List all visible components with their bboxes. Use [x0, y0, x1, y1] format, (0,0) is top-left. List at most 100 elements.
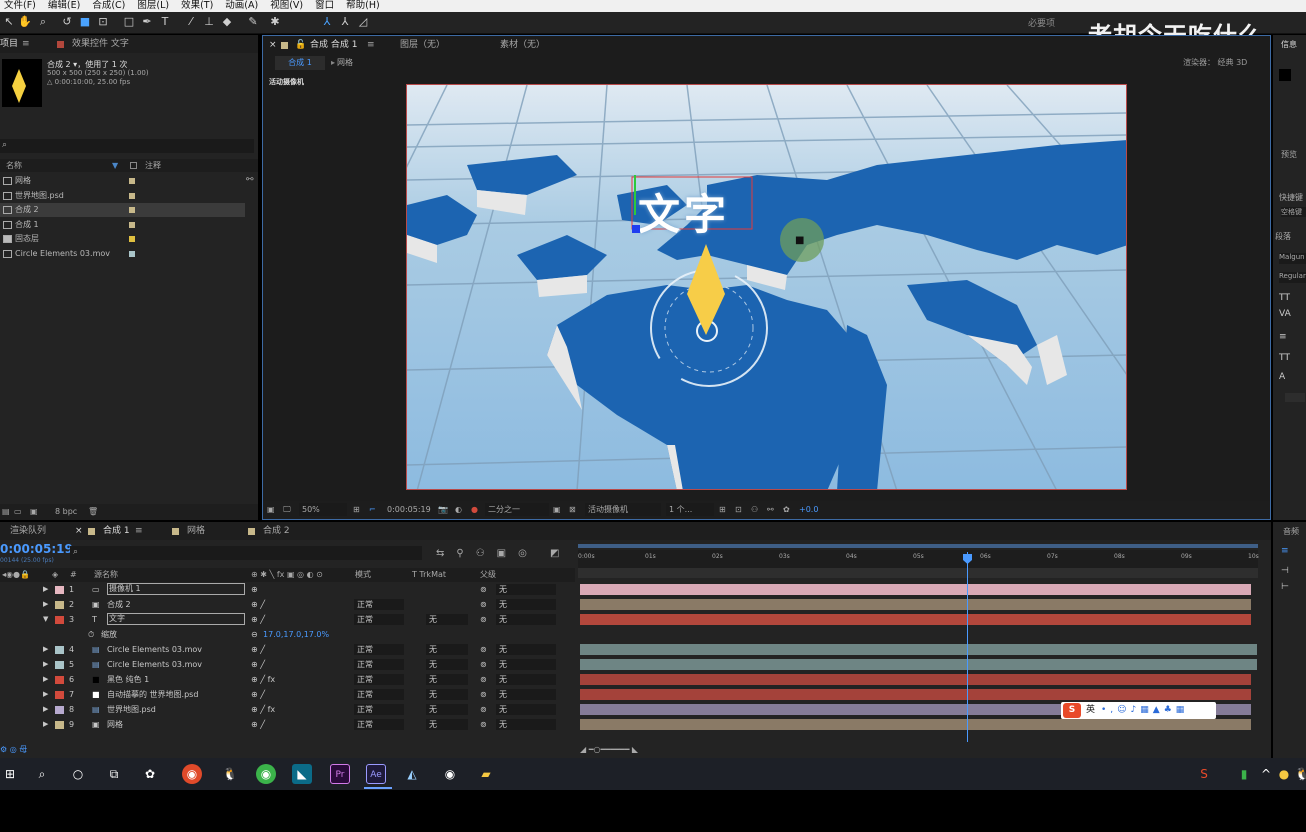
layer-duration-bar[interactable] [580, 659, 1257, 670]
renderer-label[interactable]: 渲染器： 经典 3D [1183, 55, 1247, 71]
layer-label-color[interactable] [55, 586, 64, 594]
menu-item-4[interactable]: 效果(T) [181, 0, 213, 11]
layer-switches[interactable]: ⊕ ╱ [251, 687, 265, 702]
menu-item-5[interactable]: 动画(A) [225, 0, 258, 11]
layer-parent-select[interactable]: 无 [496, 644, 556, 655]
timeline-search-input[interactable]: ⌕ [70, 546, 422, 560]
label-color-swatch[interactable] [129, 250, 135, 257]
tab-comp2[interactable]: 合成 2 [263, 522, 290, 540]
stopwatch-icon[interactable]: ⏱ [88, 627, 94, 642]
type-icon[interactable]: T [158, 15, 172, 29]
reset-exposure-icon[interactable]: ✿ [783, 501, 790, 519]
layer-duration-bar[interactable] [580, 614, 1251, 625]
pickwhip-icon[interactable]: ⊚ [480, 642, 487, 657]
layer-name[interactable]: Circle Elements 03.mov [107, 657, 202, 672]
link-icon[interactable]: ⊖ [251, 627, 258, 642]
menu-item-1[interactable]: 编辑(E) [48, 0, 80, 11]
tab-info[interactable]: 信息 [1281, 39, 1297, 50]
menu-item-0[interactable]: 文件(F) [4, 0, 36, 11]
tab-comp1[interactable]: 合成 1 [103, 522, 130, 540]
roi-icon[interactable]: ▣ [553, 501, 561, 519]
folder-icon[interactable]: ▰ [476, 764, 496, 784]
col-mode[interactable]: 模式 [355, 568, 371, 582]
shortcut-select[interactable]: 空格键 [1281, 207, 1306, 217]
expand-icon[interactable]: ▶ [43, 672, 48, 687]
layer-parent-select[interactable]: 无 [496, 689, 556, 700]
tray-app-icon[interactable]: ● [1274, 764, 1294, 784]
app-icon[interactable]: ✿ [140, 764, 160, 784]
layer-mode-select[interactable]: 正常 [354, 614, 404, 625]
layer-row[interactable]: ▶ 7 ■ 自动描摹的 世界地图.psd ⊕ ╱ 正常 无 无 ⊚ [0, 687, 575, 702]
bpc-label[interactable]: 8 bpc [55, 504, 77, 520]
layer-mode-select[interactable]: 正常 [354, 719, 404, 730]
font-style-select[interactable]: Regular [1279, 272, 1306, 283]
subtab-comp1[interactable]: 合成 1 [275, 56, 325, 70]
roto-icon[interactable]: ✎ [246, 15, 260, 29]
ime-toolbar[interactable]: S 英 •,☺♪▦▲♣▦ [1061, 702, 1216, 719]
layer-parent-select[interactable]: 无 [496, 599, 556, 610]
layer-duration-bar[interactable] [580, 719, 1251, 730]
menu-item-3[interactable]: 图层(L) [137, 0, 169, 11]
layer-duration-bar[interactable] [580, 674, 1251, 685]
flowchart-icon[interactable]: ⚯ [246, 175, 254, 185]
label-color-swatch[interactable] [129, 207, 135, 213]
puppet-icon[interactable]: ✱ [268, 15, 282, 29]
pickwhip-icon[interactable]: ⊚ [480, 687, 487, 702]
layer-trkmat-select[interactable]: 无 [426, 674, 468, 685]
layer-row[interactable]: ▶ 4 ▤ Circle Elements 03.mov ⊕ ╱ 正常 无 无 ⊚ [0, 642, 575, 657]
layer-label-color[interactable] [55, 691, 64, 699]
sogou-tray-icon[interactable]: S [1194, 764, 1214, 784]
layer-mode-select[interactable]: 正常 [354, 599, 404, 610]
label-color-swatch[interactable] [129, 236, 135, 242]
layer-parent-select[interactable]: 无 [496, 614, 556, 625]
layer-trkmat-select[interactable]: 无 [426, 719, 468, 730]
text-style-button[interactable] [1285, 393, 1305, 402]
graph-editor-icon[interactable]: ◩ [550, 548, 559, 559]
arrow-icon[interactable]: ↖ [2, 15, 16, 29]
expand-icon[interactable]: ▶ [43, 702, 48, 717]
eraser-icon[interactable]: ◆ [220, 15, 234, 29]
layer-row[interactable]: ▶ 5 ▤ Circle Elements 03.mov ⊕ ╱ 正常 无 无 ⊚ [0, 657, 575, 672]
tab-comp[interactable]: 合成 合成 1 [310, 36, 357, 54]
windows-icon[interactable]: ⊞ [0, 764, 20, 784]
pickwhip-icon[interactable]: ⊚ [480, 672, 487, 687]
layer-name[interactable]: 文字 [107, 613, 245, 625]
channel-icon[interactable]: ◐ [455, 501, 462, 519]
safe-area-icon[interactable]: ⌐ [369, 501, 376, 519]
tab-footage[interactable]: 素材（无） [500, 36, 545, 54]
color-icon[interactable]: ● [471, 501, 478, 519]
layer-duration-bar[interactable] [580, 689, 1251, 700]
timeline-footer-icons[interactable]: ⚙ ◎ 母 [0, 744, 27, 755]
layer-mode-select[interactable]: 正常 [354, 659, 404, 670]
axis-view-icon[interactable]: ◿ [356, 15, 370, 29]
layer-name[interactable]: 自动描摹的 世界地图.psd [107, 687, 198, 702]
layer-name[interactable]: 黑色 纯色 1 [107, 672, 149, 687]
menu-item-7[interactable]: 窗口 [315, 0, 334, 11]
zoom-select[interactable]: 50% [299, 503, 347, 516]
tray-qq-icon[interactable]: 🐧 [1292, 764, 1306, 784]
snapshot-icon[interactable]: ▣ [267, 501, 275, 519]
app2-icon[interactable]: ◣ [292, 764, 312, 784]
layer-label-color[interactable] [55, 676, 64, 684]
layer-name[interactable]: 网格 [107, 717, 123, 732]
project-search-input[interactable]: ⌕ [0, 139, 254, 153]
pan-behind-icon[interactable]: ⊡ [96, 15, 110, 29]
project-item[interactable]: 合成 1 [0, 218, 245, 232]
expand-icon[interactable]: ▶ [43, 717, 48, 732]
scale-value[interactable]: 17.0,17.0,17.0% [263, 627, 329, 642]
layer-switches[interactable]: ⊕ ╱ [251, 597, 265, 612]
layer-trkmat-select[interactable]: 无 [426, 704, 468, 715]
layer-row[interactable]: ▼ 3 T 文字 ⊕ ╱ 正常 无 无 ⊚ [0, 612, 575, 627]
qq-icon[interactable]: 🐧 [220, 764, 240, 784]
expand-icon[interactable]: ▶ [43, 642, 48, 657]
app3-icon[interactable]: ◭ [402, 764, 422, 784]
tab-preview[interactable]: 预览 [1281, 149, 1297, 160]
ime-tool-icons[interactable]: •,☺♪▦▲♣▦ [1101, 702, 1188, 719]
axis-world-icon[interactable]: ⅄ [338, 15, 352, 29]
battery-icon[interactable]: ▮ [1234, 764, 1254, 784]
zoom-slider[interactable]: ◢ ━○━━━━━━ ◣ [580, 745, 638, 754]
monitor-icon[interactable]: 🖵 [283, 501, 291, 519]
tab-paragraph[interactable]: 段落 [1275, 231, 1291, 242]
layer-label-color[interactable] [55, 706, 64, 714]
project-item[interactable]: Circle Elements 03.mov [0, 247, 245, 261]
